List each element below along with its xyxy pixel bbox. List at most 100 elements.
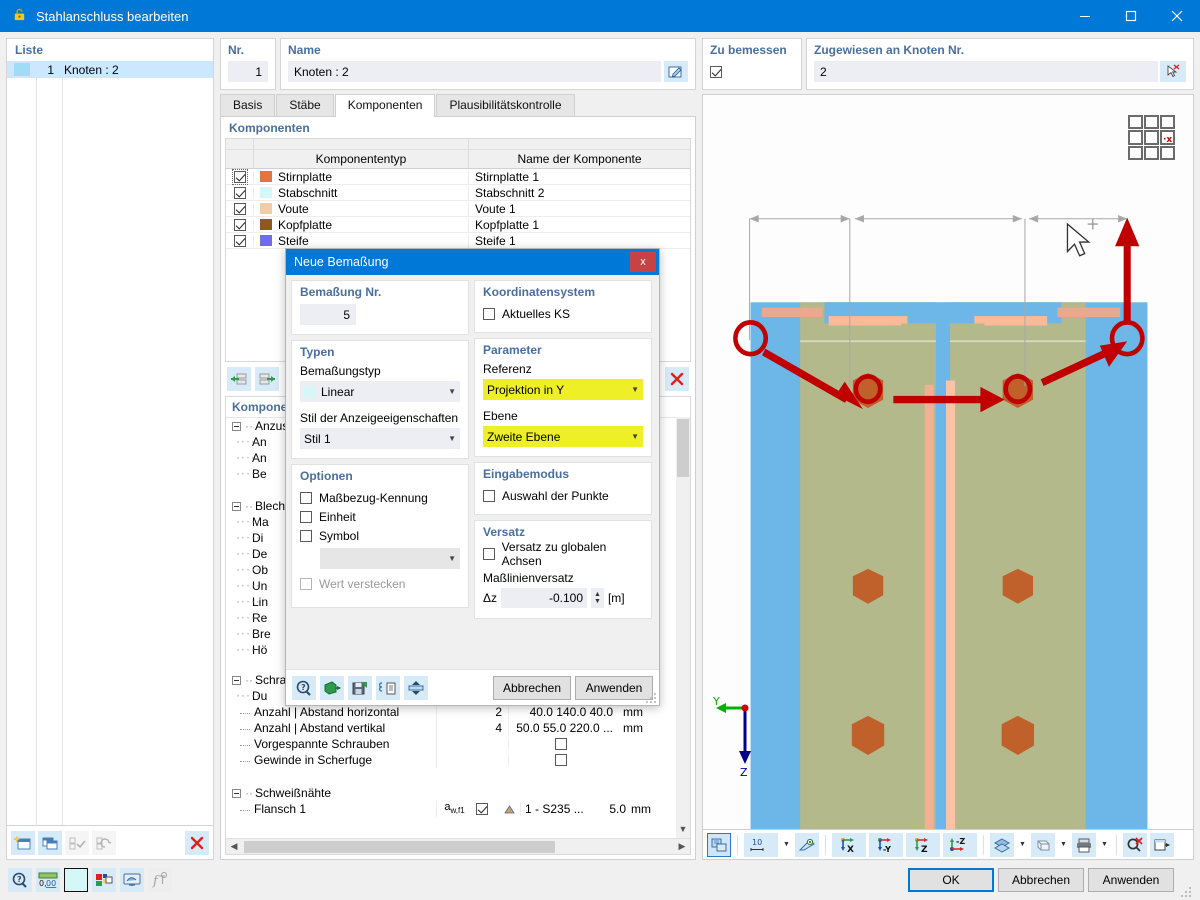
row-checkbox-cell[interactable] — [226, 168, 254, 185]
tab-basis[interactable]: Basis — [220, 94, 276, 116]
property-checkbox[interactable] — [555, 738, 567, 750]
tree-expander-icon[interactable] — [232, 501, 241, 511]
property-row-bolt-vertical[interactable]: Anzahl | Abstand vertikal 4 50.0 55.0 22… — [226, 720, 690, 736]
option-massbezug-kennung[interactable]: Maßbezug-Kennung — [300, 488, 460, 507]
row-checkbox[interactable] — [233, 186, 246, 199]
move-component-right-icon[interactable] — [255, 367, 279, 391]
render-preview-icon[interactable] — [120, 868, 144, 892]
view-x-icon[interactable]: X — [832, 832, 866, 857]
move-component-left-icon[interactable] — [227, 367, 251, 391]
option-einheit[interactable]: Einheit — [300, 507, 460, 526]
dimension-number-input[interactable]: 5 — [300, 304, 356, 325]
property-checkbox-cell[interactable] — [508, 738, 618, 750]
tree-expander-icon[interactable] — [232, 675, 241, 685]
scroll-down-icon[interactable]: ▼ — [676, 824, 690, 838]
new-item-icon[interactable] — [11, 830, 35, 855]
import-icon[interactable] — [320, 675, 344, 700]
chevron-down-icon[interactable]: ▼ — [448, 387, 456, 396]
ok-button[interactable]: OK — [908, 868, 994, 892]
tab-plausibilitaetskontrolle[interactable]: Plausibilitätskontrolle — [436, 94, 575, 116]
tree-group-schweissnaehte[interactable]: ·· Schweißnähte — [226, 785, 690, 801]
option-checkbox[interactable] — [300, 491, 312, 504]
maximize-button[interactable] — [1108, 0, 1154, 32]
delta-z-stepper[interactable]: ▲ ▼ — [591, 588, 604, 608]
scale-dropdown-arrow-icon[interactable]: ▼ — [781, 841, 792, 848]
toggle-check-icon[interactable] — [92, 830, 116, 855]
layers-icon[interactable] — [990, 832, 1014, 857]
table-row[interactable]: Stabschnitt Stabschnitt 2 — [226, 185, 690, 201]
dialog-close-button[interactable]: x — [630, 252, 656, 272]
nr-input[interactable]: 1 — [228, 61, 268, 82]
layers-dropdown-arrow-icon[interactable]: ▼ — [1017, 841, 1028, 848]
formula-icon[interactable]: f — [148, 868, 172, 892]
row-checkbox[interactable] — [233, 202, 246, 215]
row-checkbox[interactable] — [233, 218, 246, 231]
dialog-cancel-button[interactable]: Abbrechen — [493, 675, 571, 700]
tab-staebe[interactable]: Stäbe — [276, 94, 334, 116]
dialog-resize-grip[interactable] — [646, 693, 656, 703]
property-checkbox-cell[interactable] — [508, 754, 618, 766]
box-view-icon[interactable] — [1031, 832, 1055, 857]
check-all-icon[interactable] — [65, 830, 89, 855]
clear-selection-icon[interactable] — [1123, 832, 1147, 857]
row-checkbox[interactable] — [231, 168, 248, 185]
color-swatch-icon[interactable] — [64, 868, 88, 892]
measure-icon[interactable] — [795, 832, 819, 857]
minimize-button[interactable] — [1062, 0, 1108, 32]
print-icon[interactable] — [1072, 832, 1096, 857]
property-row-bolt-horizontal[interactable]: Anzahl | Abstand horizontal 2 40.0 140.0… — [226, 704, 690, 720]
scroll-right-icon[interactable]: ▶ — [674, 841, 690, 852]
chevron-down-icon[interactable]: ▼ — [631, 385, 639, 394]
tab-komponenten[interactable]: Komponenten — [334, 94, 436, 117]
plane-select[interactable]: Zweite Ebene ▼ — [483, 426, 643, 447]
export-window-icon[interactable] — [1150, 832, 1174, 857]
stepper-down-icon[interactable]: ▼ — [594, 598, 601, 605]
property-row-flansch-1[interactable]: Flansch 1 aw,f1 1 - S235 ... 5.0 mm — [226, 801, 690, 817]
table-row[interactable]: Stirnplatte Stirnplatte 1 — [226, 168, 690, 185]
align-icon[interactable] — [404, 675, 428, 700]
cancel-button[interactable]: Abbrechen — [998, 868, 1084, 892]
option-wert-verstecken[interactable]: Wert verstecken — [300, 574, 460, 593]
row-checkbox-cell[interactable] — [226, 218, 254, 231]
view-minus-z-icon[interactable]: -Z — [943, 832, 977, 857]
option-checkbox[interactable] — [300, 510, 312, 523]
properties-horizontal-scrollbar[interactable]: ◀ ▶ — [226, 838, 690, 854]
save-icon[interactable] — [348, 675, 372, 700]
property-checkbox-cell[interactable] — [472, 803, 498, 815]
tree-expander-icon[interactable] — [232, 421, 241, 431]
scroll-thumb[interactable] — [677, 419, 689, 477]
delete-component-icon[interactable] — [665, 367, 689, 391]
list-item[interactable]: 1 Knoten : 2 — [7, 61, 213, 78]
dialog-apply-button[interactable]: Anwenden — [575, 675, 653, 700]
close-button[interactable] — [1154, 0, 1200, 32]
scale-10-icon[interactable]: 10 — [744, 832, 778, 857]
copy-item-icon[interactable] — [38, 830, 62, 855]
row-checkbox-cell[interactable] — [226, 234, 254, 247]
global-axes-offset-checkbox[interactable] — [483, 547, 495, 560]
help-icon[interactable]: ? — [292, 675, 316, 700]
edit-pencil-icon[interactable] — [664, 61, 688, 82]
point-selection-checkbox[interactable] — [483, 489, 495, 502]
table-row[interactable]: Steife Steife 1 — [226, 233, 690, 249]
current-cs-checkbox-row[interactable]: Aktuelles KS — [483, 304, 643, 323]
option-checkbox[interactable] — [300, 529, 312, 542]
design-checkbox-wrap[interactable] — [710, 61, 794, 82]
delete-item-icon[interactable] — [185, 830, 209, 855]
model-viewport[interactable]: ·x Y Z — [702, 94, 1194, 830]
row-checkbox-cell[interactable] — [226, 186, 254, 199]
view-z-icon[interactable]: Z — [906, 832, 940, 857]
table-row[interactable]: Kopfplatte Kopfplatte 1 — [226, 217, 690, 233]
chevron-down-icon[interactable]: ▼ — [448, 554, 456, 563]
property-row-thread-in-shear[interactable]: Gewinde in Scherfuge — [226, 752, 690, 768]
view-minus-y-icon[interactable]: -Y — [869, 832, 903, 857]
property-row-preloaded-bolts[interactable]: Vorgespannte Schrauben — [226, 736, 690, 752]
dimension-type-select[interactable]: Linear ▼ — [300, 381, 460, 402]
row-checkbox[interactable] — [233, 234, 246, 247]
style-select[interactable]: Stil 1 ▼ — [300, 428, 460, 449]
snap-grid-icon[interactable]: ·x — [1127, 114, 1177, 165]
print-dropdown-arrow-icon[interactable]: ▼ — [1099, 841, 1110, 848]
apply-button[interactable]: Anwenden — [1088, 868, 1174, 892]
stepper-up-icon[interactable]: ▲ — [594, 591, 601, 598]
render-mode-icon[interactable] — [707, 832, 731, 857]
design-checkbox[interactable] — [710, 65, 722, 78]
